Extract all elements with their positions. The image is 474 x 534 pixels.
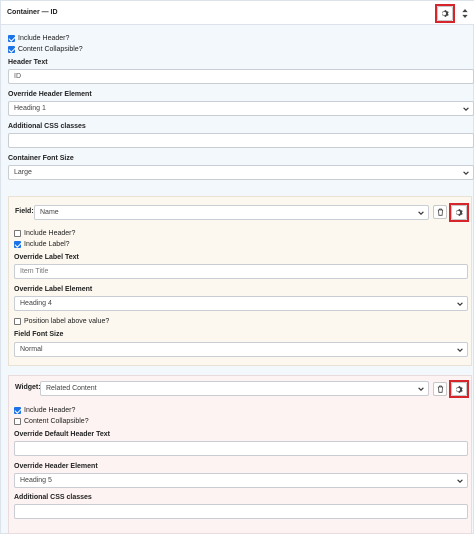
field-font-size-value: Normal [20, 346, 43, 353]
chevron-down-icon [457, 348, 463, 352]
chevron-down-icon [463, 107, 469, 111]
widget-override-header-label: Override Header Element [14, 463, 98, 470]
position-label-row[interactable]: Position label above value? [14, 318, 109, 325]
container-font-size-select[interactable]: Large [8, 165, 474, 180]
override-label-element-label: Override Label Element [14, 286, 93, 293]
header-text-input[interactable]: ID [8, 69, 474, 84]
override-default-header-label: Override Default Header Text [14, 431, 110, 438]
container-include-header-label: Include Header? [18, 35, 70, 42]
field-include-label-row[interactable]: Include Label? [14, 241, 70, 248]
override-header-element-value: Heading 1 [14, 105, 46, 112]
field-include-label-label: Include Label? [24, 241, 70, 248]
gear-icon [455, 385, 463, 393]
chevron-down-icon [457, 302, 463, 306]
widget-collapsible-label: Content Collapsible? [24, 418, 89, 425]
widget-row-label: Widget: [15, 384, 41, 391]
trash-icon [437, 208, 443, 216]
field-include-header-row[interactable]: Include Header? [14, 230, 75, 237]
widget-select[interactable]: Related Content [40, 381, 429, 396]
container-collapsible-checkbox[interactable] [8, 46, 15, 53]
field-include-label-checkbox[interactable] [14, 241, 21, 248]
widget-override-header-value: Heading 5 [20, 477, 52, 484]
container-include-header-checkbox[interactable] [8, 35, 15, 42]
trash-icon [437, 385, 443, 393]
css-classes-label: Additional CSS classes [8, 123, 86, 130]
widget-include-header-checkbox[interactable] [14, 407, 21, 414]
gear-icon [441, 10, 449, 17]
field-delete-button[interactable] [433, 205, 447, 219]
override-label-element-value: Heading 4 [20, 300, 52, 307]
header-text-value: ID [14, 73, 21, 80]
override-header-element-label: Override Header Element [8, 91, 92, 98]
widget-include-header-row[interactable]: Include Header? [14, 407, 75, 414]
header-text-label: Header Text [8, 59, 48, 66]
container-collapsible-label: Content Collapsible? [18, 46, 83, 53]
override-label-text-input[interactable]: Item Title [14, 264, 468, 279]
container-font-size-label: Container Font Size [8, 155, 74, 162]
override-header-element-select[interactable]: Heading 1 [8, 101, 474, 116]
field-font-size-label: Field Font Size [14, 331, 64, 338]
css-classes-input[interactable] [8, 133, 474, 148]
chevron-down-icon [457, 479, 463, 483]
field-select[interactable]: Name [34, 205, 429, 220]
sort-arrows-icon [462, 9, 468, 18]
position-label-checkbox[interactable] [14, 318, 21, 325]
widget-override-header-select[interactable]: Heading 5 [14, 473, 468, 488]
field-settings-button[interactable] [451, 205, 467, 220]
container-settings-button[interactable] [437, 6, 453, 21]
chevron-down-icon [418, 211, 424, 215]
widget-delete-button[interactable] [433, 382, 447, 396]
gear-icon [455, 209, 463, 216]
field-row-label: Field: [15, 208, 34, 215]
override-label-text-label: Override Label Text [14, 254, 79, 261]
container-sort-button[interactable] [457, 6, 473, 21]
field-font-size-select[interactable]: Normal [14, 342, 468, 357]
widget-include-header-label: Include Header? [24, 407, 76, 414]
field-include-header-label: Include Header? [24, 230, 76, 237]
container-collapsible-row[interactable]: Content Collapsible? [8, 46, 83, 53]
container-header: Container — ID [1, 1, 474, 25]
chevron-down-icon [463, 171, 469, 175]
override-label-element-select[interactable]: Heading 4 [14, 296, 468, 311]
field-include-header-checkbox[interactable] [14, 230, 21, 237]
widget-settings-button[interactable] [451, 382, 467, 396]
widget-collapsible-checkbox[interactable] [14, 418, 21, 425]
position-label-label: Position label above value? [24, 318, 110, 325]
widget-panel: Widget: Related Content Include Header? … [8, 375, 472, 534]
widget-select-value: Related Content [46, 385, 97, 392]
field-panel: Field: Name Include Header? Include Labe… [8, 196, 472, 366]
override-default-header-input[interactable] [14, 441, 468, 456]
container-include-header-row[interactable]: Include Header? [8, 35, 69, 42]
chevron-down-icon [418, 387, 424, 391]
widget-collapsible-row[interactable]: Content Collapsible? [14, 418, 89, 425]
container-title: Container — ID [7, 9, 58, 16]
field-select-value: Name [40, 209, 59, 216]
override-label-text-placeholder: Item Title [20, 268, 49, 275]
widget-css-classes-input[interactable] [14, 504, 468, 519]
container-font-size-value: Large [14, 169, 32, 176]
widget-css-classes-label: Additional CSS classes [14, 494, 92, 501]
